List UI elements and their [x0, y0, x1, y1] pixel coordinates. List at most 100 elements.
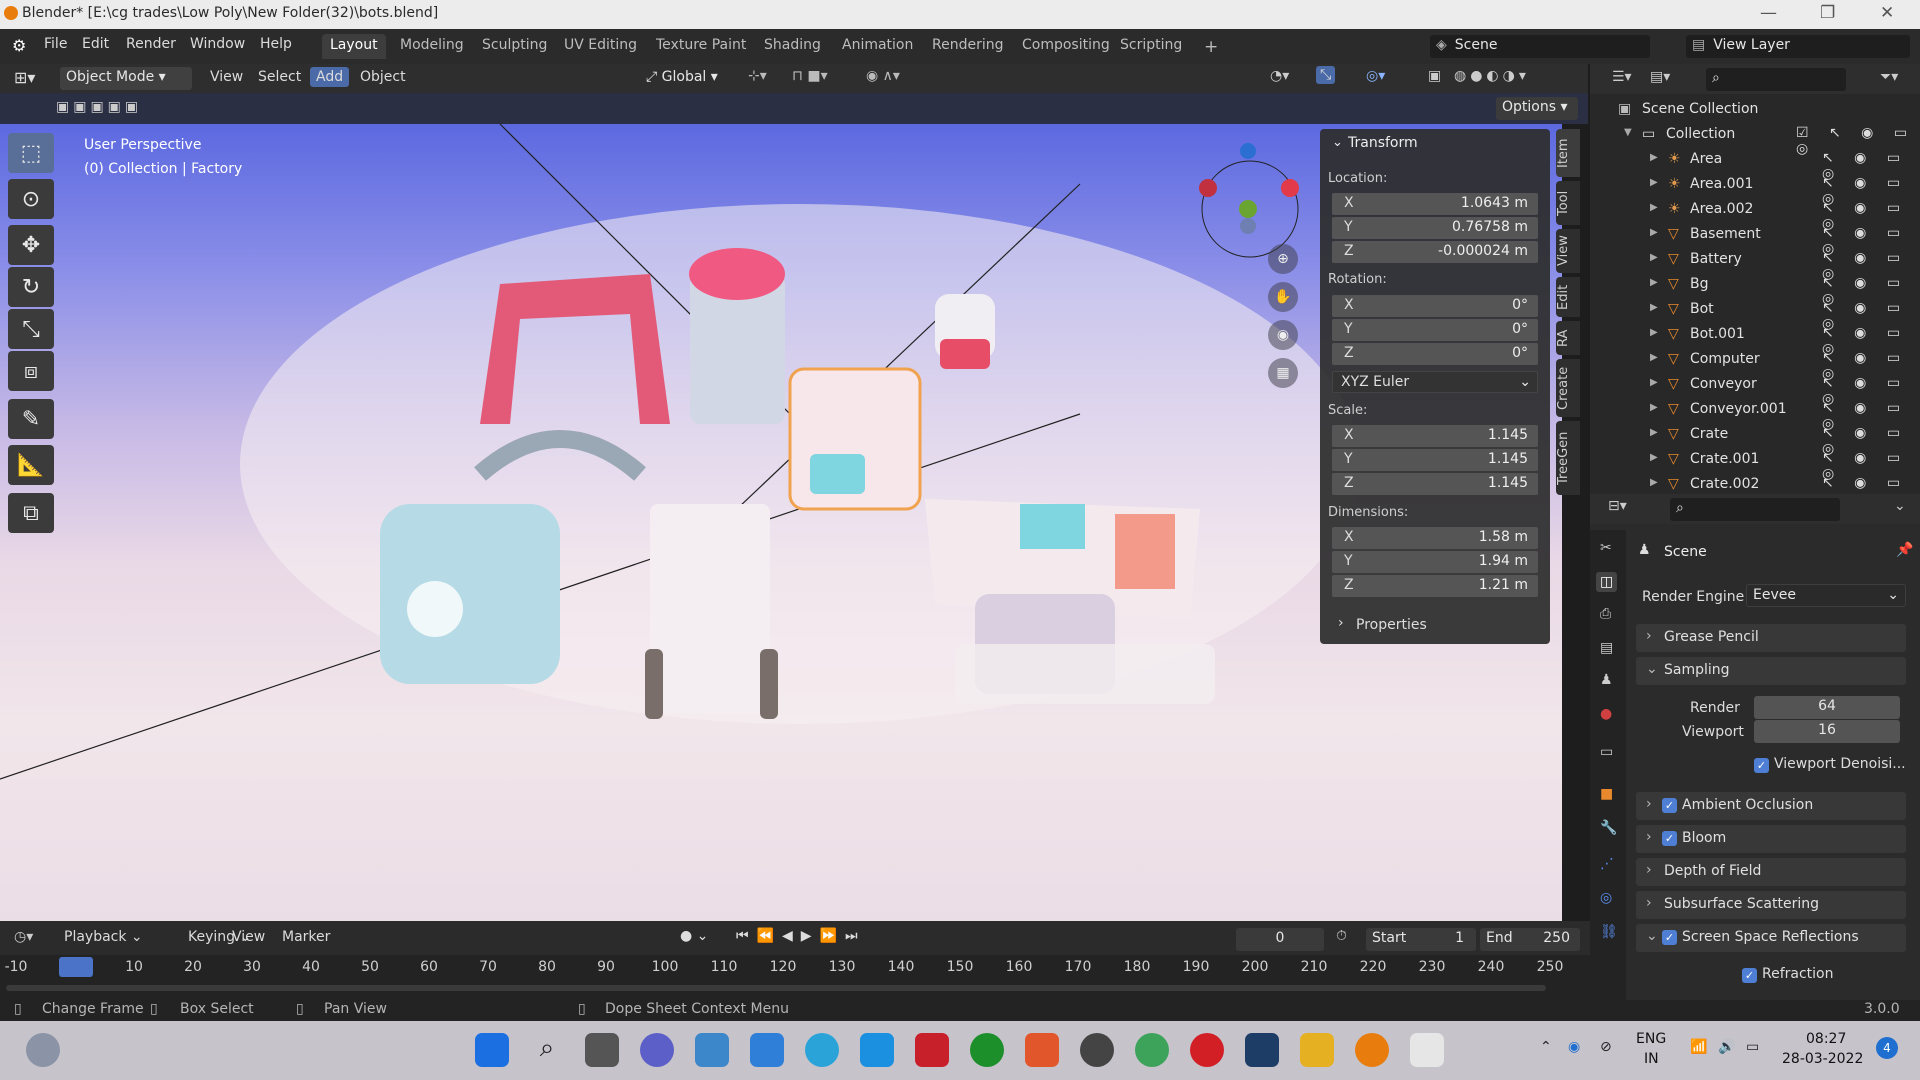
- expand-triangle-icon[interactable]: ▶: [1650, 277, 1658, 288]
- mcafee-icon[interactable]: [915, 1033, 949, 1067]
- subsurface-section[interactable]: › Subsurface Scattering: [1636, 891, 1906, 919]
- minimize-icon[interactable]: —: [1760, 3, 1777, 23]
- object-mode-dropdown[interactable]: Object Mode ▾: [60, 67, 192, 90]
- object-props-icon[interactable]: ■: [1600, 786, 1613, 802]
- outliner-search-input[interactable]: ⌕: [1706, 68, 1846, 91]
- refraction-checkbox[interactable]: ✓: [1742, 968, 1757, 983]
- lang-primary[interactable]: ENG: [1636, 1031, 1666, 1047]
- notes-icon[interactable]: [1410, 1033, 1444, 1067]
- battery-icon[interactable]: ▭: [1746, 1039, 1759, 1055]
- render-engine-dropdown[interactable]: Eevee ⌄: [1746, 584, 1906, 607]
- current-frame-field[interactable]: 0: [1236, 928, 1324, 951]
- mail-icon[interactable]: [750, 1033, 784, 1067]
- menu-add[interactable]: Add: [310, 67, 350, 87]
- camera-view-icon[interactable]: ◉: [1268, 320, 1298, 350]
- properties-editor-icon[interactable]: ⊟▾: [1608, 498, 1627, 514]
- ambient-occlusion-section[interactable]: › ✓ Ambient Occlusion: [1636, 792, 1906, 820]
- l-app-icon[interactable]: [860, 1033, 894, 1067]
- particles-props-icon[interactable]: ⋰: [1600, 856, 1614, 872]
- timer-icon[interactable]: ⏱: [1336, 928, 1347, 944]
- rotation-z-field[interactable]: Z 0°: [1332, 343, 1538, 365]
- gizmo-icon[interactable]: ⤡: [1316, 66, 1336, 84]
- outliner-item[interactable]: ▶ ▽ Bot.001 ↖ ◉ ▭ ◎: [1590, 322, 1920, 357]
- tab-tool[interactable]: Tool: [1556, 181, 1580, 225]
- blender-taskbar-icon[interactable]: [1355, 1033, 1389, 1067]
- scene-selector[interactable]: ◈ Scene: [1430, 35, 1650, 58]
- ssr-checkbox[interactable]: ✓: [1662, 930, 1677, 945]
- tray-network-off-icon[interactable]: ⊘: [1600, 1039, 1612, 1055]
- transform-orientation-dropdown[interactable]: ⤢ Global ▾: [640, 67, 736, 90]
- annotate-tool-icon[interactable]: ✎: [8, 399, 54, 439]
- outliner-item[interactable]: ▶ ▽ Bot ↖ ◉ ▭ ◎: [1590, 297, 1920, 332]
- menu-render[interactable]: Render: [126, 36, 176, 52]
- ambient-occlusion-checkbox[interactable]: ✓: [1662, 798, 1677, 813]
- blender-menu-icon[interactable]: ⚙: [12, 36, 26, 55]
- expand-triangle-icon[interactable]: ▶: [1650, 252, 1658, 263]
- sampling-viewport-field[interactable]: 16: [1754, 720, 1900, 743]
- outliner-item[interactable]: ▶ ☀ Area.002 ↖ ◉ ▭ ◎: [1590, 197, 1920, 232]
- tray-chevron-icon[interactable]: ⌃: [1540, 1039, 1552, 1055]
- expand-triangle-icon[interactable]: ▶: [1650, 177, 1658, 188]
- lang-secondary[interactable]: IN: [1644, 1051, 1659, 1067]
- timeline-playback-menu[interactable]: Playback ⌄: [64, 929, 143, 945]
- expand-triangle-icon[interactable]: ▶: [1650, 327, 1658, 338]
- outliner-item[interactable]: ▶ ▽ Bg ↖ ◉ ▭ ◎: [1590, 272, 1920, 307]
- transform-chevron-icon[interactable]: ⌄: [1332, 135, 1343, 150]
- tool-props-icon[interactable]: ✂: [1600, 540, 1612, 556]
- xray-icon[interactable]: ▣: [1428, 68, 1441, 84]
- location-z-field[interactable]: Z -0.000024 m: [1332, 241, 1538, 263]
- select-box-tool-icon[interactable]: ⬚: [8, 133, 54, 173]
- outliner-item[interactable]: ▶ ▽ Crate.001 ↖ ◉ ▭ ◎: [1590, 447, 1920, 482]
- expand-triangle-icon[interactable]: ▼: [1624, 127, 1632, 138]
- tab-sculpting[interactable]: Sculpting: [474, 34, 555, 59]
- tab-animation[interactable]: Animation: [834, 34, 921, 59]
- menu-view[interactable]: View: [210, 69, 243, 85]
- pin-icon[interactable]: 📌: [1896, 542, 1913, 558]
- expand-triangle-icon[interactable]: ▶: [1650, 377, 1658, 388]
- sampling-render-field[interactable]: 64: [1754, 696, 1900, 719]
- scene-props-icon[interactable]: ♟: [1600, 672, 1613, 688]
- grease-pencil-section[interactable]: › Grease Pencil: [1636, 624, 1906, 652]
- outliner-item[interactable]: ▶ ▽ Crate ↖ ◉ ▭ ◎: [1590, 422, 1920, 457]
- rotation-mode-dropdown[interactable]: XYZ Euler ⌄: [1332, 371, 1538, 393]
- constraints-props-icon[interactable]: ⛓: [1600, 924, 1618, 940]
- options-dropdown[interactable]: Options ▾: [1496, 97, 1578, 120]
- tab-treegen[interactable]: TreeGen: [1556, 421, 1580, 495]
- timeline-view-menu[interactable]: View: [232, 929, 265, 945]
- menu-help[interactable]: Help: [260, 36, 292, 52]
- expand-triangle-icon[interactable]: ▶: [1650, 352, 1658, 363]
- timeline-marker-menu[interactable]: Marker: [282, 929, 330, 945]
- sampling-section[interactable]: ⌄ Sampling: [1636, 657, 1906, 685]
- file-explorer-icon[interactable]: [1300, 1033, 1334, 1067]
- end-frame-field[interactable]: End 250: [1480, 928, 1580, 951]
- visibility-icon[interactable]: ◔▾: [1270, 68, 1289, 84]
- tab-uv-editing[interactable]: UV Editing: [556, 34, 645, 59]
- start-frame-field[interactable]: Start 1: [1366, 928, 1476, 951]
- rotation-y-field[interactable]: Y 0°: [1332, 319, 1538, 341]
- settings-icon[interactable]: [1080, 1033, 1114, 1067]
- view-layer-props-icon[interactable]: ▤: [1600, 640, 1613, 656]
- tray-app-icon[interactable]: ◉: [1568, 1039, 1580, 1055]
- tab-create[interactable]: Create: [1556, 359, 1580, 417]
- expand-triangle-icon[interactable]: ▶: [1650, 427, 1658, 438]
- search-taskbar-icon[interactable]: ⌕: [530, 1033, 564, 1067]
- close-icon[interactable]: ✕: [1880, 3, 1894, 23]
- record-icon[interactable]: ● ⌄: [680, 928, 708, 944]
- expand-triangle-icon[interactable]: ▶: [1650, 452, 1658, 463]
- tab-shading[interactable]: Shading: [756, 34, 829, 59]
- outliner-scene-collection[interactable]: ▣ Scene Collection: [1590, 97, 1920, 122]
- tab-scripting[interactable]: Scripting: [1112, 34, 1190, 59]
- properties-section[interactable]: › Properties: [1332, 613, 1538, 639]
- timeline-editor-icon[interactable]: ◷▾: [14, 929, 33, 945]
- proportional-edit-icon[interactable]: ◉ ∧▾: [866, 68, 900, 84]
- task-view-icon[interactable]: [585, 1033, 619, 1067]
- menu-edit[interactable]: Edit: [82, 36, 109, 52]
- clock-time[interactable]: 08:27: [1806, 1031, 1846, 1047]
- properties-options-icon[interactable]: ⌄: [1894, 498, 1906, 514]
- timeline-ruler[interactable]: -100102030405060708090100110120130140150…: [0, 955, 1590, 1001]
- tab-view[interactable]: View: [1556, 229, 1580, 273]
- maximize-icon[interactable]: ❐: [1820, 3, 1835, 23]
- scale-y-field[interactable]: Y 1.145: [1332, 449, 1538, 471]
- tab-rendering[interactable]: Rendering: [924, 34, 1012, 59]
- menu-select[interactable]: Select: [258, 69, 301, 85]
